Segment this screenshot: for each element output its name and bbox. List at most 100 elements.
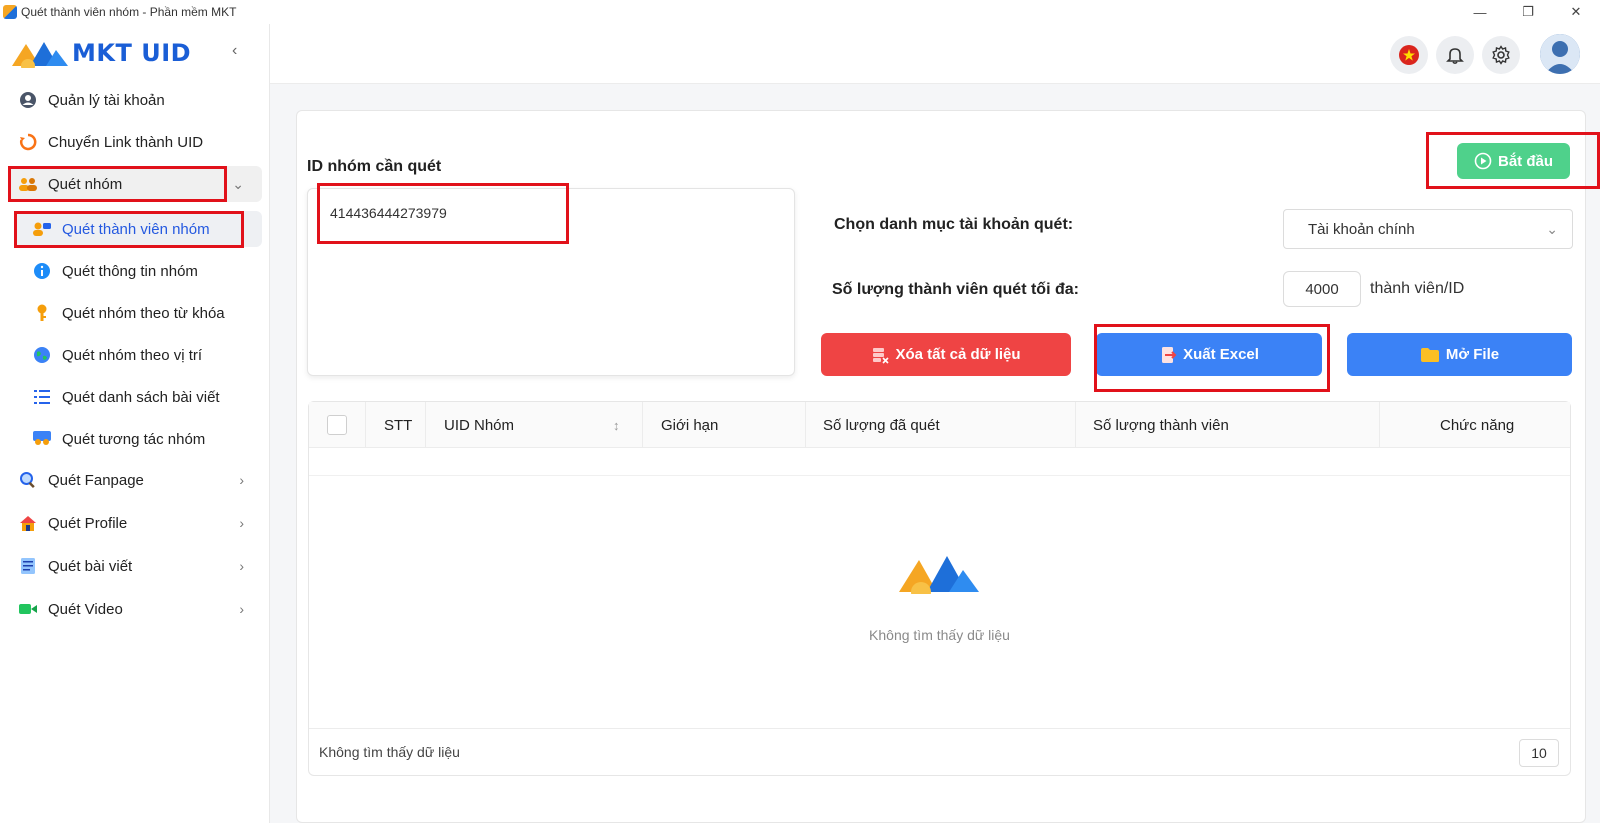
- sidebar-item-label: Chuyển Link thành UID: [48, 133, 204, 151]
- start-button-label: Bắt đầu: [1497, 152, 1553, 170]
- sidebar-subitem-location[interactable]: Quét nhóm theo vị trí: [14, 337, 262, 373]
- empty-state-text: Không tìm thấy dữ liệu: [869, 627, 1010, 643]
- table-row: [309, 448, 1570, 476]
- category-select[interactable]: Tài khoản chính ⌄: [1283, 209, 1573, 249]
- max-members-input[interactable]: 4000: [1283, 271, 1361, 307]
- column-header-limit[interactable]: Giới hạn: [661, 402, 718, 448]
- sidebar-item-label: Quét Profile: [48, 514, 128, 532]
- window-titlebar: Quét thành viên nhóm - Phần mềm MKT — ❐ …: [0, 0, 1600, 24]
- video-icon: [18, 599, 38, 619]
- close-button[interactable]: ✕: [1552, 0, 1600, 24]
- sidebar-item-label: Quét nhóm: [48, 175, 123, 193]
- column-header-scanned[interactable]: Số lượng đã quét: [823, 402, 940, 448]
- sidebar-subitem-interaction[interactable]: Quét tương tác nhóm: [14, 421, 262, 457]
- chevron-right-icon: ›: [239, 515, 244, 531]
- open-file-button[interactable]: Mở File: [1347, 333, 1572, 376]
- sidebar-subitem-post-list[interactable]: Quét danh sách bài viết: [14, 379, 262, 415]
- category-label: Chọn danh mục tài khoản quét:: [834, 216, 1074, 233]
- logo: MKT UID: [10, 38, 191, 68]
- sidebar-subitem-label: Quét danh sách bài viết: [62, 388, 220, 406]
- vietnam-flag-icon: [1399, 45, 1419, 65]
- document-icon: [18, 556, 38, 576]
- export-file-icon: [1162, 346, 1177, 363]
- table-footer: Không tìm thấy dữ liệu 10: [309, 728, 1570, 775]
- list-icon: [32, 387, 52, 407]
- settings-button[interactable]: [1482, 36, 1520, 74]
- results-table: STT UID Nhóm ↕ Giới hạn Số lượng đã quét…: [308, 401, 1571, 776]
- column-header-members[interactable]: Số lượng thành viên: [1093, 402, 1229, 448]
- group-icon: [18, 174, 38, 194]
- export-excel-button-label: Xuất Excel: [1183, 346, 1259, 363]
- gear-icon: [1492, 45, 1510, 65]
- clear-all-button-label: Xóa tất cả dữ liệu: [895, 346, 1021, 363]
- globe-icon: [32, 345, 52, 365]
- notification-button[interactable]: [1436, 36, 1474, 74]
- logo-mark-icon: [12, 42, 68, 68]
- topbar: [270, 24, 1600, 84]
- sidebar-subitem-label: Quét thông tin nhóm: [62, 262, 198, 280]
- sidebar-subitem-label: Quét nhóm theo vị trí: [62, 346, 203, 364]
- restore-button[interactable]: ❐: [1504, 0, 1552, 24]
- play-circle-icon: [1474, 152, 1492, 170]
- sidebar-item-link-uid[interactable]: Chuyển Link thành UID: [8, 124, 262, 160]
- folder-icon: [1420, 347, 1439, 362]
- bell-icon: [1446, 48, 1464, 65]
- sidebar-subitem-scan-members[interactable]: Quét thành viên nhóm: [14, 211, 262, 247]
- page-size-value: 10: [1531, 745, 1547, 761]
- sidebar-subitem-label: Quét thành viên nhóm: [62, 220, 210, 238]
- category-value: Tài khoản chính: [1308, 220, 1415, 238]
- brand-name: MKT UID: [72, 39, 192, 67]
- sidebar-subitem-keyword[interactable]: Quét nhóm theo từ khóa: [14, 295, 262, 331]
- sidebar-item-label: Quét bài viết: [48, 557, 133, 575]
- chevron-right-icon: ›: [239, 558, 244, 574]
- key-icon: [32, 303, 52, 323]
- sidebar-item-label: Quét Video: [48, 600, 123, 618]
- sync-icon: [18, 132, 38, 152]
- window-title: Quét thành viên nhóm - Phần mềm MKT: [21, 5, 237, 19]
- house-icon: [18, 513, 38, 533]
- chevron-down-icon: ⌄: [232, 175, 244, 192]
- open-file-button-label: Mở File: [1445, 346, 1500, 363]
- sort-icon[interactable]: ↕: [613, 402, 620, 448]
- column-header-actions[interactable]: Chức năng: [1440, 402, 1514, 448]
- column-header-uid[interactable]: UID Nhóm: [444, 402, 514, 448]
- search-icon: [18, 470, 38, 490]
- start-button[interactable]: Bắt đầu: [1457, 143, 1570, 179]
- sidebar-item-profile[interactable]: Quét Profile ›: [8, 505, 262, 541]
- sidebar-item-posts[interactable]: Quét bài viết ›: [8, 548, 262, 584]
- select-all-checkbox[interactable]: [327, 415, 347, 435]
- app-icon: [3, 5, 17, 19]
- export-excel-button[interactable]: Xuất Excel: [1096, 333, 1322, 376]
- database-delete-icon: [873, 347, 890, 364]
- sidebar-item-label: Quét Fanpage: [48, 471, 144, 489]
- group-id-value: 414436444273979: [330, 205, 447, 221]
- minimize-button[interactable]: —: [1456, 0, 1504, 24]
- sidebar-subitem-group-info[interactable]: Quét thông tin nhóm: [14, 253, 262, 289]
- group-id-label: ID nhóm cần quét: [307, 158, 442, 175]
- user-circle-icon: [18, 90, 38, 110]
- sidebar-item-video[interactable]: Quét Video ›: [8, 591, 262, 627]
- chevron-down-icon: ⌄: [1546, 220, 1558, 237]
- collapse-sidebar-icon[interactable]: ‹: [232, 42, 237, 60]
- sidebar-item-label: Quản lý tài khoản: [48, 91, 165, 109]
- clear-all-button[interactable]: Xóa tất cả dữ liệu: [821, 333, 1071, 376]
- sidebar-subitem-label: Quét tương tác nhóm: [62, 430, 206, 448]
- page-size-select[interactable]: 10: [1519, 739, 1559, 767]
- table-header: STT UID Nhóm ↕ Giới hạn Số lượng đã quét…: [309, 402, 1570, 448]
- chevron-right-icon: ›: [239, 601, 244, 617]
- sidebar-item-scan-group[interactable]: Quét nhóm ⌄: [8, 166, 262, 202]
- max-members-suffix: thành viên/ID: [1370, 280, 1465, 297]
- sidebar-item-account[interactable]: Quản lý tài khoản: [8, 82, 262, 118]
- max-members-value: 4000: [1305, 280, 1339, 298]
- members-icon: [32, 219, 52, 239]
- group-id-input[interactable]: 414436444273979: [307, 188, 795, 376]
- sidebar-item-fanpage[interactable]: Quét Fanpage ›: [8, 462, 262, 498]
- language-button[interactable]: [1390, 36, 1428, 74]
- info-icon: [32, 261, 52, 281]
- column-header-stt[interactable]: STT: [384, 402, 412, 448]
- avatar[interactable]: [1540, 34, 1580, 74]
- user-avatar-icon: [1540, 34, 1580, 74]
- chevron-right-icon: ›: [239, 472, 244, 488]
- interaction-icon: [32, 429, 52, 449]
- max-members-label: Số lượng thành viên quét tối đa:: [832, 281, 1079, 298]
